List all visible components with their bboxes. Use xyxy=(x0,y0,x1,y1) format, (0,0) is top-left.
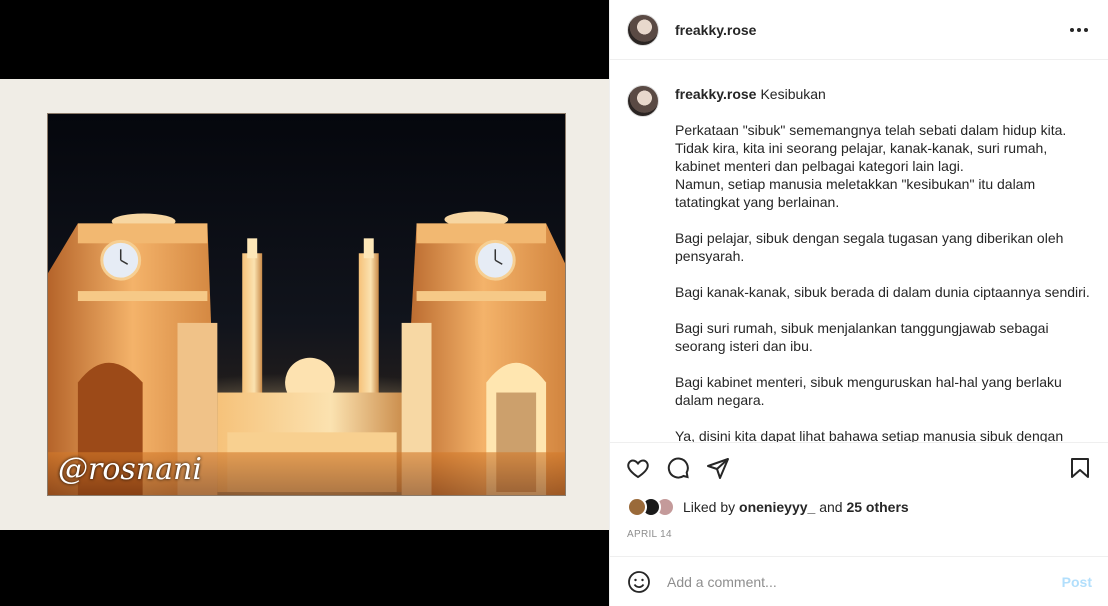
caption-paragraph: Bagi suri rumah, sibuk menjalankan tangg… xyxy=(675,320,1053,354)
comment-icon[interactable] xyxy=(666,456,692,482)
avatar[interactable] xyxy=(627,85,659,117)
comment-box: Post xyxy=(610,556,1108,606)
caption-paragraph: Bagi kabinet menteri, sibuk menguruskan … xyxy=(675,374,1066,408)
caption-paragraph: Perkataan "sibuk" sememangnya telah seba… xyxy=(675,122,1067,210)
more-options-icon[interactable] xyxy=(1067,18,1091,42)
comment-input[interactable] xyxy=(667,573,1062,590)
post-header: freakky.rose xyxy=(610,0,1108,60)
header-username[interactable]: freakky.rose xyxy=(675,22,756,38)
caption-head: freakky.rose Kesibukan xyxy=(675,85,1092,103)
post-image[interactable]: @rosnani xyxy=(47,113,566,496)
caption: freakky.rose Kesibukan Perkataan "sibuk" … xyxy=(627,85,1092,442)
caption-body: freakky.rose Kesibukan Perkataan "sibuk" … xyxy=(675,85,1092,442)
paper-plane-icon[interactable] xyxy=(706,456,732,482)
emoji-icon[interactable] xyxy=(627,570,651,594)
avatar[interactable] xyxy=(627,497,647,517)
post-date[interactable]: APRIL 14 xyxy=(627,529,672,540)
bookmark-icon[interactable] xyxy=(1068,456,1094,482)
post-side-panel: freakky.rose freakky.rose Kesibukan Perka… xyxy=(609,0,1108,606)
caption-username[interactable]: freakky.rose xyxy=(675,86,756,102)
caption-paragraph: Bagi pelajar, sibuk dengan segala tugasa… xyxy=(675,230,1068,264)
caption-title: Kesibukan xyxy=(760,86,826,102)
liker-username[interactable]: onenieyyy_ xyxy=(739,499,815,515)
heart-icon[interactable] xyxy=(626,456,652,482)
caption-paragraph: Ya, disini kita dapat lihat bahawa setia… xyxy=(675,428,1064,442)
likes-row: Liked by onenieyyy_ and 25 others xyxy=(627,496,909,518)
mosque-night-photo xyxy=(48,114,565,495)
avatar[interactable] xyxy=(627,13,659,46)
caption-paragraph: Bagi kanak-kanak, sibuk berada di dalam … xyxy=(675,284,1090,300)
post-modal: @rosnani freakky.rose freakky.rose Kesibu… xyxy=(0,0,1108,606)
likes-text: Liked by onenieyyy_ and 25 others xyxy=(683,499,909,515)
caption-area[interactable]: freakky.rose Kesibukan Perkataan "sibuk" … xyxy=(610,61,1108,442)
photo-frame: @rosnani xyxy=(0,79,609,530)
post-comment-button[interactable]: Post xyxy=(1062,574,1092,590)
action-bar xyxy=(610,442,1108,494)
likes-count[interactable]: 25 others xyxy=(846,499,908,515)
post-media: @rosnani xyxy=(0,0,609,606)
watermark-text: @rosnani xyxy=(58,452,202,487)
